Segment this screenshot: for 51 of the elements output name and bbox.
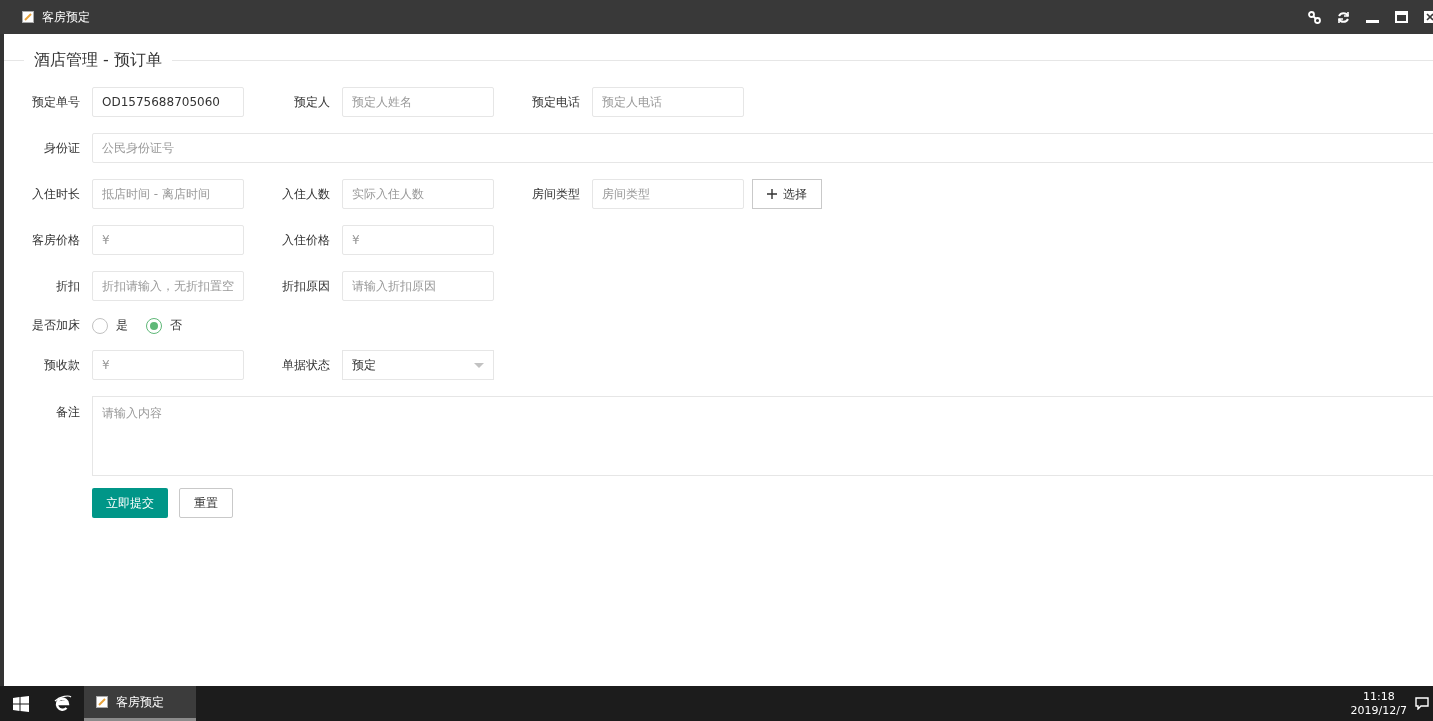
textarea-field[interactable]: 请输入内容 <box>92 396 1433 476</box>
notepad-icon <box>96 696 108 708</box>
field-label: 入住时长 <box>31 185 81 203</box>
link-icon[interactable] <box>1308 10 1321 24</box>
field-label: 折扣 <box>55 277 81 295</box>
taskbar-item[interactable]: 客房预定 <box>84 686 196 721</box>
caret-icon <box>474 362 484 368</box>
clock-date: 2019/12/7 <box>1350 703 1407 718</box>
input-field[interactable]: 折扣请输入，无折扣置空 <box>92 271 244 301</box>
notepad-icon <box>22 11 34 23</box>
field-label: 备注 <box>55 404 81 421</box>
maximize-icon[interactable] <box>1395 11 1408 23</box>
field-label: 预定电话 <box>531 93 581 111</box>
input-field[interactable]: 实际入住人数 <box>342 179 494 209</box>
field-label: 预定单号 <box>31 93 81 111</box>
close-icon[interactable] <box>1424 11 1433 23</box>
section-title: 酒店管理 - 预订单 <box>33 50 163 71</box>
radio-option[interactable]: 是 <box>92 317 128 334</box>
clock-time: 11:18 <box>1362 689 1395 704</box>
plus-icon <box>767 189 777 199</box>
input-field[interactable]: 请输入折扣原因 <box>342 271 494 301</box>
field-label: 身份证 <box>43 139 81 157</box>
radio-option[interactable]: 否 <box>146 317 182 334</box>
field-label: 入住价格 <box>281 231 331 249</box>
windows-icon[interactable] <box>13 695 29 712</box>
field-label: 入住人数 <box>281 185 331 203</box>
input-field[interactable]: ¥ <box>92 350 244 380</box>
window-title: 客房预定 <box>42 8 90 26</box>
field-label: 房间类型 <box>531 185 581 203</box>
input-field[interactable]: 房间类型 <box>592 179 744 209</box>
field-label: 折扣原因 <box>281 277 331 295</box>
input-field[interactable]: ¥ <box>342 225 494 255</box>
reset-button[interactable]: 重置 <box>179 488 233 518</box>
input-field[interactable]: ¥ <box>92 225 244 255</box>
field-label: 单据状态 <box>281 356 331 374</box>
browser-icon[interactable] <box>54 695 72 712</box>
input-field[interactable]: 预定人姓名 <box>342 87 494 117</box>
input-field[interactable]: OD1575688705060 <box>92 87 244 117</box>
select-button[interactable]: 选择 <box>752 179 822 209</box>
refresh-icon[interactable] <box>1337 10 1350 24</box>
select-field[interactable]: 预定 <box>342 350 494 380</box>
field-label: 预收款 <box>43 356 81 374</box>
submit-button[interactable]: 立即提交 <box>92 488 168 518</box>
field-label: 是否加床 <box>31 317 81 334</box>
field-label: 预定人 <box>293 93 331 111</box>
taskbar-item-label: 客房预定 <box>116 693 164 711</box>
input-field[interactable]: 公民身份证号 <box>92 133 1433 163</box>
field-label: 客房价格 <box>31 231 81 249</box>
notification-icon[interactable] <box>1415 697 1429 710</box>
input-field[interactable]: 抵店时间 - 离店时间 <box>92 179 244 209</box>
input-field[interactable]: 预定人电话 <box>592 87 744 117</box>
